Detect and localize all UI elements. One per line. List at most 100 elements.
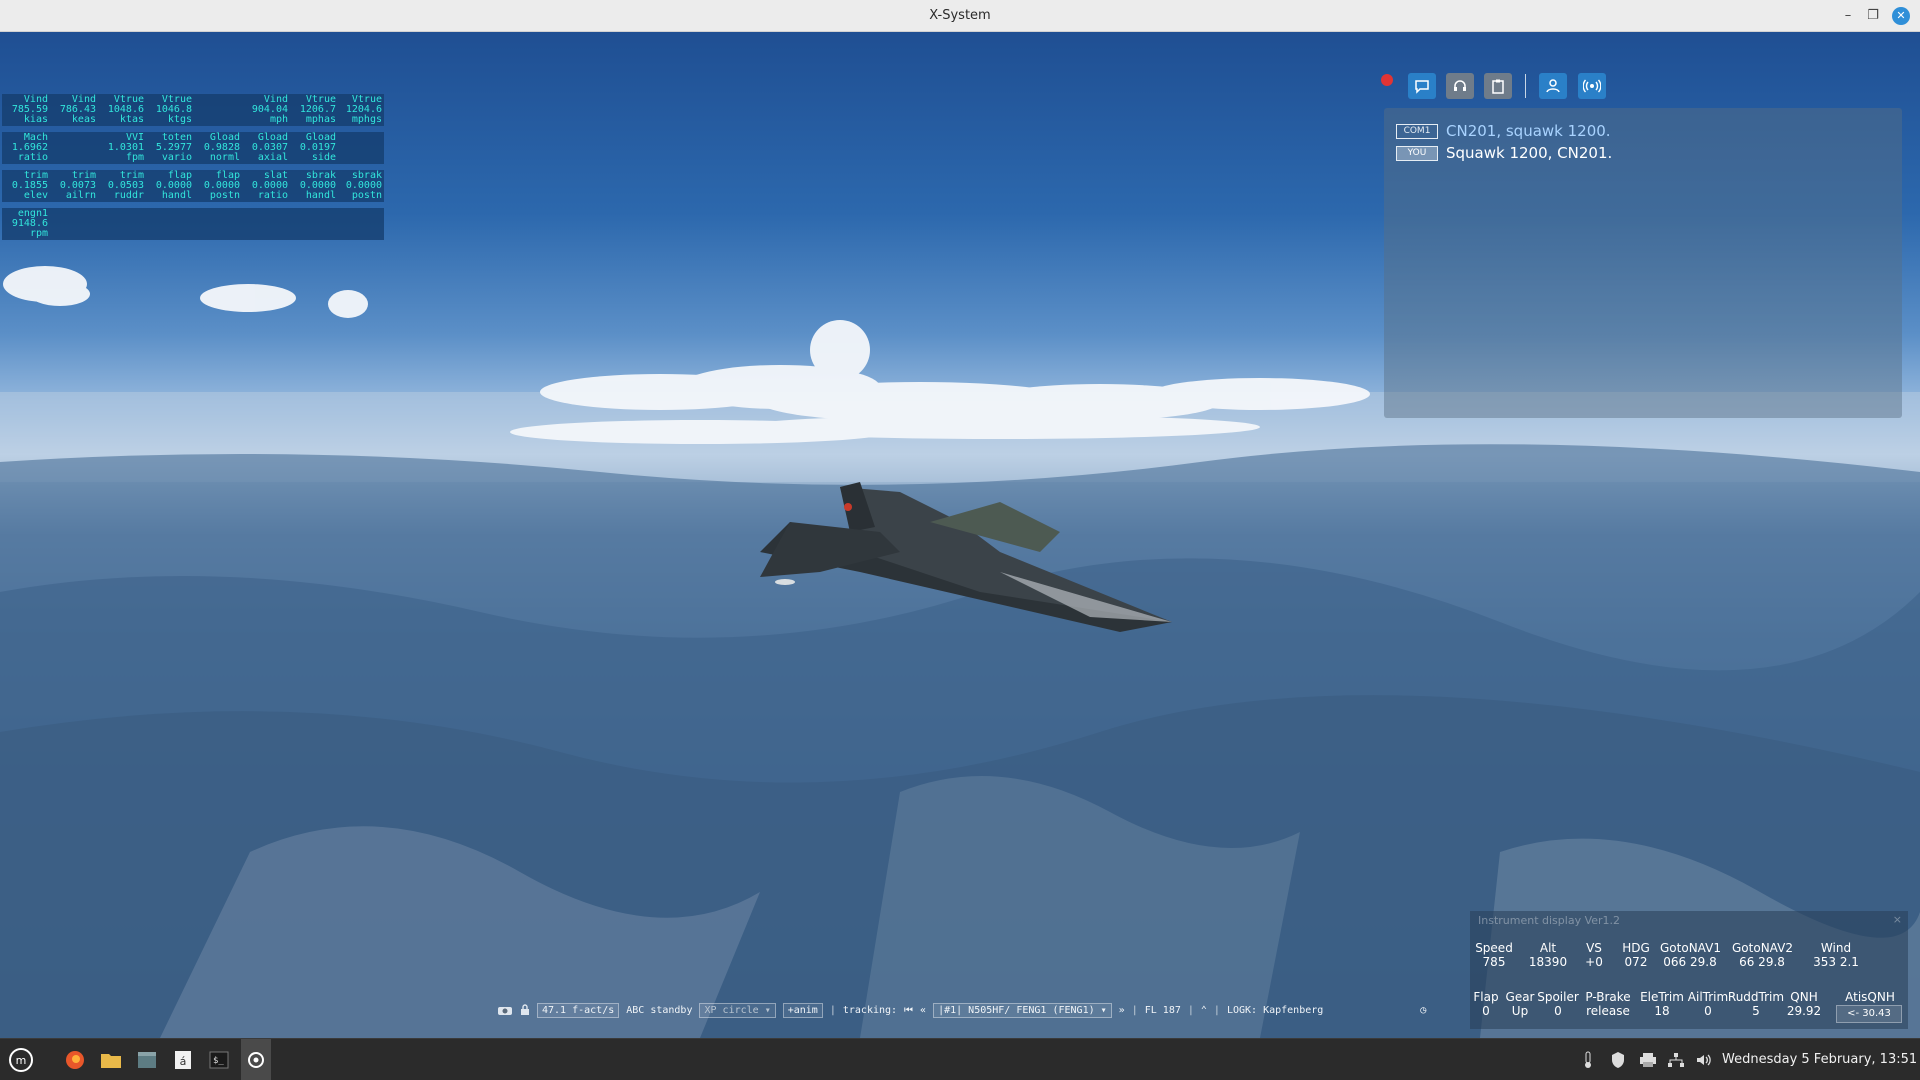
taskbar-clock[interactable]: Wednesday 5 February, 13:51 — [1722, 1052, 1917, 1067]
instrument-label: Speed — [1475, 941, 1513, 955]
atc-tag: YOU — [1396, 145, 1438, 161]
instrument-label: Wind — [1820, 941, 1852, 955]
data-output-row-1: Vind 785.59 kias Vind 786.43 keas Vtrue 1048.… — [2, 94, 384, 126]
instrument-cell: HDG 072 — [1606, 941, 1666, 969]
chat-button[interactable] — [1408, 73, 1436, 99]
window-titlebar: X-System – ❐ ✕ — [0, 0, 1920, 32]
replay-control-bar: 47.1 f-act/s ABC standby XP circle ▾ +an… — [497, 998, 1426, 1022]
tracking-label: tracking: — [842, 1004, 898, 1016]
firefox-icon[interactable] — [62, 1047, 88, 1073]
network-icon[interactable] — [1666, 1050, 1686, 1070]
instrument-label: QNH — [1790, 990, 1818, 1004]
separator: | — [829, 1004, 836, 1016]
instrument-display-title: Instrument display Ver1.2 — [1478, 914, 1621, 927]
window-app-icon[interactable] — [134, 1047, 160, 1073]
separator: | — [1213, 1004, 1220, 1016]
lock-icon[interactable] — [520, 1004, 530, 1016]
minimize-icon[interactable]: – — [1839, 7, 1857, 25]
atis-qnh-button[interactable]: <- 30.43 — [1836, 1005, 1902, 1023]
thermometer-icon[interactable] — [1578, 1050, 1598, 1070]
data-cell-unit: postn — [209, 190, 240, 201]
data-cell-unit: ailrn — [65, 190, 96, 201]
shield-icon[interactable] — [1608, 1050, 1628, 1070]
instrument-value: release — [1586, 1004, 1630, 1018]
data-cell: VVI 1.0301 fpm — [98, 133, 144, 163]
abc-status[interactable]: ABC standby — [626, 1005, 692, 1016]
atc-message-panel: COM1 CN201, squawk 1200. YOU Squawk 1200… — [1384, 108, 1902, 418]
instrument-label: AtisQNH — [1845, 990, 1895, 1004]
chat-icon — [1415, 80, 1429, 94]
speed-field[interactable]: 47.1 f-act/s — [537, 1002, 620, 1018]
skip-back-icon[interactable]: ⏮ — [904, 1005, 913, 1016]
volume-icon[interactable] — [1694, 1050, 1714, 1070]
data-cell-unit: vario — [161, 152, 192, 163]
close-icon[interactable]: ✕ — [1892, 7, 1910, 25]
text-editor-icon[interactable]: á — [170, 1047, 196, 1073]
data-cell: trim 0.1855 elev — [2, 171, 48, 201]
svg-text:$_: $_ — [213, 1056, 224, 1066]
recording-indicator — [1381, 74, 1393, 86]
instrument-label: HDG — [1622, 941, 1650, 955]
logk-airport: LOGK: Kapfenberg — [1226, 1004, 1324, 1016]
data-cell: Vind 904.04 mph — [242, 95, 288, 125]
data-cell-unit: rpm — [29, 228, 48, 239]
separator: | — [1187, 1004, 1194, 1016]
anim-toggle[interactable]: +anim — [782, 1002, 823, 1018]
maximize-icon[interactable]: ❐ — [1864, 7, 1882, 25]
data-cell: Mach 1.6962 ratio — [2, 133, 48, 163]
data-cell: engn1 9148.6 rpm — [2, 209, 48, 239]
xp-mode-dropdown[interactable]: XP circle ▾ — [699, 1002, 776, 1018]
data-cell-unit: ktgs — [167, 114, 192, 125]
data-cell: Gload 0.9828 norml — [194, 133, 240, 163]
fast-forward-icon[interactable]: » — [1119, 1005, 1125, 1016]
folder-icon[interactable] — [98, 1047, 124, 1073]
clipboard-button[interactable] — [1484, 73, 1512, 99]
instrument-value: 66 29.8 — [1739, 955, 1785, 969]
data-cell-unit: elev — [23, 190, 48, 201]
data-cell-unit: ruddr — [113, 190, 144, 201]
atc-message: COM1 CN201, squawk 1200. — [1396, 122, 1611, 140]
instrument-label: GotoNAV1 — [1660, 941, 1721, 955]
instrument-value: 785 — [1482, 955, 1506, 969]
flight-level: FL 187 — [1144, 1004, 1181, 1016]
atc-message-text: CN201, squawk 1200. — [1446, 122, 1611, 140]
clipboard-icon — [1492, 79, 1504, 94]
data-cell-unit: side — [311, 152, 336, 163]
data-cell: Vind 786.43 keas — [50, 95, 96, 125]
radio-button[interactable] — [1578, 73, 1606, 99]
data-cell: Vtrue 1048.6 ktas — [98, 95, 144, 125]
xsystem-app-icon[interactable] — [243, 1047, 269, 1073]
instrument-cell: AtisQNH — [1840, 990, 1900, 1004]
close-icon[interactable]: × — [1893, 913, 1902, 926]
data-cell-unit: handl — [161, 190, 192, 201]
printer-icon[interactable] — [1638, 1050, 1658, 1070]
instrument-value: 29.92 — [1786, 1004, 1822, 1018]
clock-icon[interactable]: ◷ — [1420, 1005, 1426, 1016]
user-button[interactable] — [1539, 73, 1567, 99]
instrument-value: 072 — [1624, 955, 1648, 969]
data-cell: Gload 0.0197 side — [290, 133, 336, 163]
data-output-row-2: Mach 1.6962 ratio VVI 1.0301 fpm toten 5.2977… — [2, 132, 384, 164]
taskbar: m á $_ Wednesday 5 February, 13:51 — [0, 1038, 1920, 1080]
separator: | — [1131, 1004, 1138, 1016]
chevron-up-icon[interactable]: ⌃ — [1201, 1005, 1207, 1016]
terminal-icon[interactable]: $_ — [206, 1047, 232, 1073]
mint-menu-icon[interactable]: m — [8, 1047, 34, 1073]
tracking-target-dropdown[interactable]: |#1| N505HF/ FENG1 (FENG1) ▾ — [933, 1002, 1112, 1018]
data-cell: Vind 785.59 kias — [2, 95, 48, 125]
camera-icon[interactable] — [497, 1004, 513, 1016]
data-cell: toten 5.2977 vario — [146, 133, 192, 163]
instrument-cell: P-Brake release — [1578, 990, 1638, 1018]
instrument-value: 066 29.8 — [1663, 955, 1717, 969]
headset-button[interactable] — [1446, 73, 1474, 99]
flight-scene[interactable]: Vind 785.59 kias Vind 786.43 keas Vtrue 1048.… — [0, 32, 1920, 1038]
data-cell: Vtrue 1204.6 mphgs — [336, 95, 382, 125]
xp-mode-label: XP circle — [704, 1004, 759, 1016]
data-cell-unit: mphas — [305, 114, 336, 125]
instrument-cell: GotoNAV2 66 29.8 — [1732, 941, 1793, 969]
data-cell-unit: fpm — [125, 152, 144, 163]
instrument-cell: Speed 785 — [1464, 941, 1524, 969]
rewind-icon[interactable]: « — [920, 1005, 926, 1016]
data-cell-unit: postn — [351, 190, 382, 201]
data-cell-unit: ratio — [257, 190, 288, 201]
